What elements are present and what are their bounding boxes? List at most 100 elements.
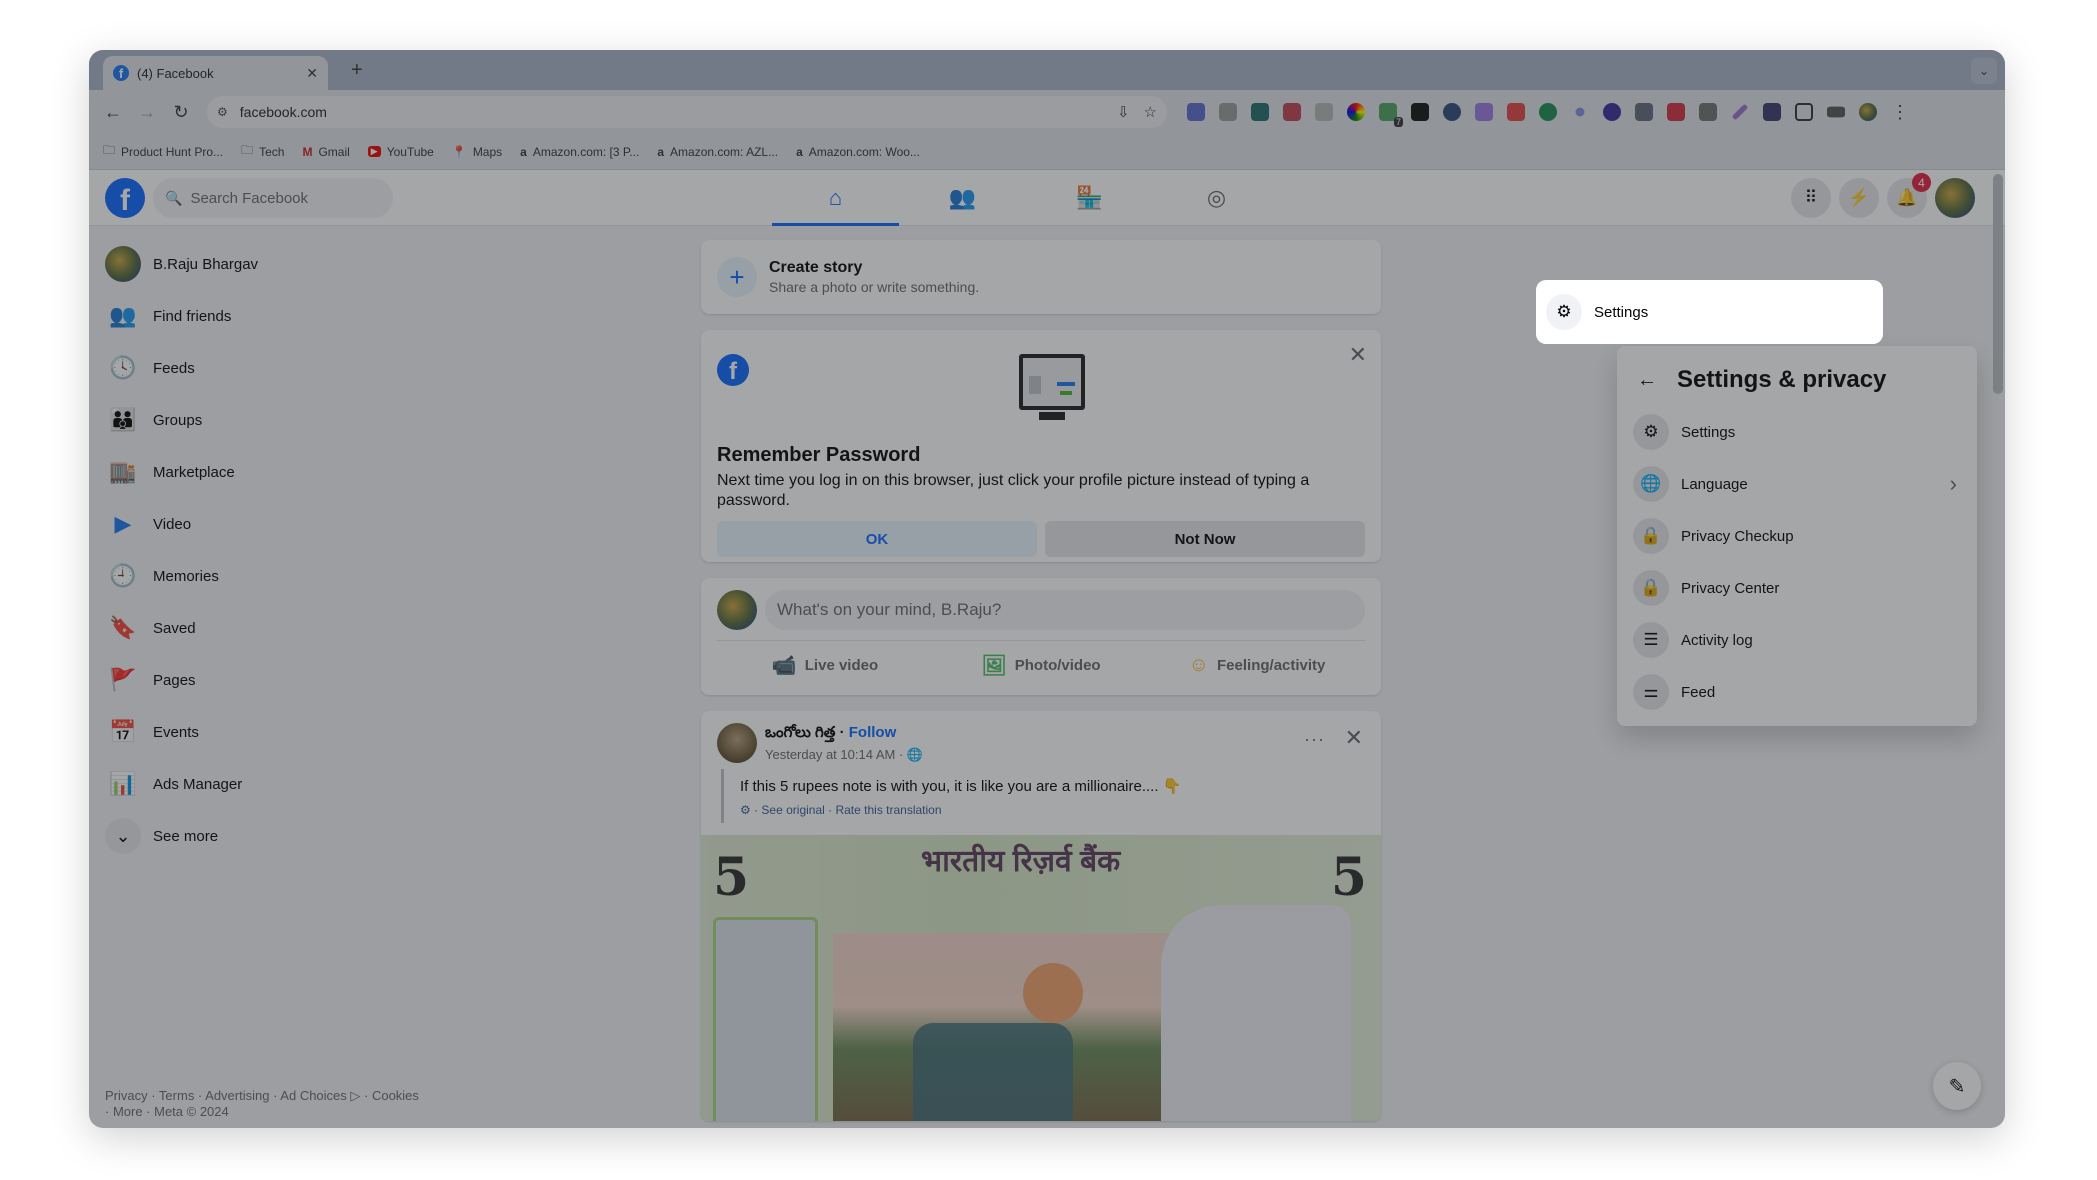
back-button[interactable]: ← [99,102,127,123]
menu-item-language[interactable]: 🌐 Language › [1625,458,1969,510]
menu-item-privacy-center[interactable]: 🔒 Privacy Center [1625,562,1969,614]
extension-icon[interactable]: 7 [1379,103,1403,127]
post-timestamp[interactable]: Yesterday at 10:14 AM · 🌐 [765,747,923,763]
menu-item-feed[interactable]: ⚌ Feed [1625,666,1969,718]
post-image-five-rupee-note[interactable]: 5 भारतीय रिज़र्व बैंक 5 [701,835,1381,1121]
sidebar-item-events[interactable]: 📅 Events [97,706,427,758]
extension-icon[interactable] [1507,103,1525,121]
facebook-logo-icon: f [717,354,749,386]
smiley-icon: ☺ [1188,653,1210,676]
sidebar-item-ads-manager[interactable]: 📊 Ads Manager [97,758,427,810]
sidebar-item-profile[interactable]: B.Raju Bhargav [97,238,427,290]
ok-button[interactable]: OK [717,521,1037,557]
follow-link[interactable]: Follow [849,724,897,741]
sidebar-item-pages[interactable]: 🚩 Pages [97,654,427,706]
facebook-logo[interactable]: f [105,178,145,218]
search-input[interactable]: 🔍 Search Facebook [153,178,393,218]
extension-icon[interactable] [1763,103,1781,121]
menu-item-settings[interactable]: ⚙ Settings [1625,406,1969,458]
menu-item-label: Settings [1681,423,1736,441]
close-icon[interactable]: ✕ [1349,342,1367,368]
install-app-icon[interactable]: ⇩ [1117,103,1130,121]
sidebar-item-groups[interactable]: 👪 Groups [97,394,427,446]
photo-video-button[interactable]: 🖼 Photo/video [933,653,1149,678]
tab-groups[interactable]: ◎ [1153,170,1280,226]
bookmark-item[interactable]: M Gmail [302,145,349,159]
tab-friends[interactable]: 👥 [899,170,1026,226]
bookmark-item[interactable]: a Amazon.com: [3 P... [520,145,639,159]
post-author-avatar[interactable] [717,723,757,763]
extensions-puzzle-icon[interactable] [1795,103,1813,121]
sidebar-item-marketplace[interactable]: 🏬 Marketplace [97,446,427,498]
address-bar[interactable]: ⚙ facebook.com ⇩ ☆ [207,96,1167,128]
extension-icon[interactable] [1667,103,1685,121]
extension-icon[interactable] [1635,103,1653,121]
bookmark-item[interactable]: 📍 Maps [452,145,502,159]
sidebar-item-video[interactable]: ▶ Video [97,498,427,550]
close-icon[interactable]: ✕ [1345,725,1363,751]
highlighted-settings-item[interactable]: ⚙ Settings [1536,280,1883,344]
menu-item-activity-log[interactable]: ☰ Activity log [1625,614,1969,666]
extension-icon[interactable] [1219,103,1237,121]
tab-facebook[interactable]: f (4) Facebook ✕ [103,56,328,90]
extension-icon[interactable] [1475,103,1493,121]
page-scrollbar[interactable] [1993,174,2003,394]
extension-icon[interactable] [1283,103,1301,121]
tab-marketplace[interactable]: 🏪 [1026,170,1153,226]
tab-close-icon[interactable]: ✕ [306,65,318,82]
live-video-button[interactable]: 📹 Live video [717,653,933,678]
browser-menu-icon[interactable]: ⋮ [1891,102,1909,123]
sidebar-item-find-friends[interactable]: 👥 Find friends [97,290,427,342]
new-message-button[interactable]: ✎ [1933,1062,1981,1110]
url-text[interactable]: facebook.com [240,104,1103,120]
sidebar-item-memories[interactable]: 🕘 Memories [97,550,427,602]
not-now-button[interactable]: Not Now [1045,521,1365,557]
bookmark-item[interactable]: 🗀 Product Hunt Pro... [103,141,223,162]
bookmark-item[interactable]: a Amazon.com: AZL... [657,145,778,159]
sidebar-item-see-more[interactable]: ⌄ See more [97,810,427,862]
footer-copyright[interactable]: · More · Meta © 2024 [105,1104,445,1120]
bookmark-star-icon[interactable]: ☆ [1144,103,1157,121]
tab-search-button[interactable]: ⌄ [1971,58,1997,84]
bookmark-item[interactable]: 🗀 Tech [241,141,284,162]
extension-icon[interactable] [1699,103,1717,121]
bookmark-item[interactable]: a Amazon.com: Woo... [796,145,920,159]
messenger-button[interactable]: ⚡ [1839,178,1879,218]
extension-icon[interactable] [1603,103,1621,121]
create-story-card[interactable]: + Create story Share a photo or write so… [701,240,1381,314]
extension-icon[interactable] [1315,103,1333,121]
extension-icon[interactable] [1575,107,1585,117]
menu-item-privacy-checkup[interactable]: 🔒 Privacy Checkup [1625,510,1969,562]
back-arrow-icon[interactable]: ← [1637,369,1657,392]
translation-links[interactable]: ⚙ · See original · Rate this translation [740,803,1365,817]
new-tab-button[interactable]: + [351,59,363,82]
sidebar-item-saved[interactable]: 🔖 Saved [97,602,427,654]
account-avatar-button[interactable] [1935,178,1975,218]
profile-avatar-icon[interactable] [1859,103,1877,121]
extension-icon[interactable] [1411,103,1429,121]
extension-icon[interactable] [1731,103,1749,121]
composer-input[interactable]: What's on your mind, B.Raju? [765,590,1365,630]
sidebar-item-feeds[interactable]: 🕓 Feeds [97,342,427,394]
friends-icon: 👥 [109,303,137,328]
bell-icon: 🔔 [1896,188,1918,207]
reload-button[interactable]: ↻ [167,102,195,123]
tab-home[interactable]: ⌂ [772,170,899,226]
extension-icon[interactable] [1539,103,1557,121]
menu-button[interactable]: ⠿ [1791,178,1831,218]
sidebar-item-label: Groups [153,411,203,429]
avatar[interactable] [717,590,757,630]
forward-button[interactable]: → [133,102,161,123]
more-options-icon[interactable]: ··· [1304,729,1325,750]
footer-links[interactable]: Privacy · Terms · Advertising · Ad Choic… [105,1088,445,1104]
post-author[interactable]: ఒంగోలు గిత్త [765,724,835,741]
extension-icon[interactable] [1251,103,1269,121]
feeling-activity-button[interactable]: ☺ Feeling/activity [1149,654,1365,677]
bookmark-item[interactable]: ▶ YouTube [367,145,434,159]
extension-icon[interactable] [1443,103,1461,121]
site-settings-icon[interactable]: ⚙ [217,105,228,119]
notifications-button[interactable]: 🔔 4 [1887,173,1931,218]
extension-icon[interactable] [1187,103,1205,121]
media-controls-icon[interactable] [1827,106,1845,118]
extension-icon[interactable] [1347,103,1365,121]
